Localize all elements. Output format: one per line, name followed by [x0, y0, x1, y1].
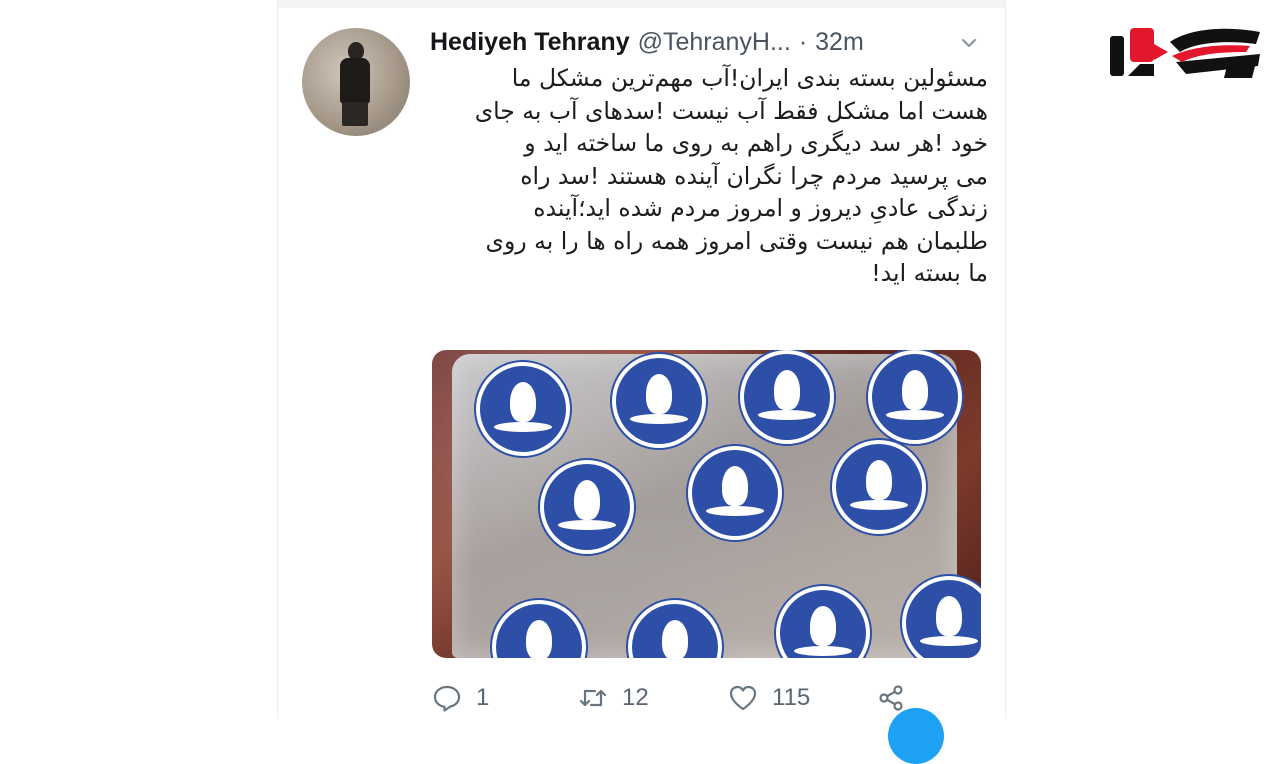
site-logo-icon	[1110, 28, 1260, 78]
author-name[interactable]: Hediyeh Tehrany	[430, 28, 630, 57]
like-button[interactable]: 115	[728, 678, 810, 718]
tweet-time[interactable]: 32m	[815, 28, 864, 57]
ministry-logo-icon	[688, 446, 782, 540]
ministry-logo-icon	[868, 350, 962, 444]
ministry-logo-icon	[540, 460, 634, 554]
avatar[interactable]	[302, 28, 410, 136]
share-icon	[879, 685, 903, 711]
tweet-card[interactable]: Hediyeh Tehrany @TehranyH... · 32m مسئول…	[277, 0, 1006, 764]
tweet-header: Hediyeh Tehrany @TehranyH... · 32m	[430, 22, 990, 62]
ministry-logo-icon	[476, 362, 570, 456]
retweet-icon	[579, 689, 607, 707]
tweet-text: مسئولین بسته بندی ایران!آب مهم‌ترین مشکل…	[474, 64, 988, 287]
retweet-count: 12	[622, 684, 649, 711]
chevron-down-icon[interactable]	[960, 34, 978, 52]
heart-icon	[729, 685, 757, 711]
reply-count: 1	[476, 684, 490, 711]
compose-fab[interactable]	[888, 708, 944, 764]
ministry-logo-icon	[612, 354, 706, 448]
ministry-logo-icon	[832, 440, 926, 534]
separator-dot: ·	[798, 27, 808, 56]
retweet-button[interactable]: 12	[578, 678, 649, 718]
avatar-figure-body	[340, 58, 370, 104]
ministry-logo-icon	[740, 350, 834, 444]
like-count: 115	[772, 684, 811, 711]
avatar-figure-legs	[342, 102, 368, 126]
author-handle[interactable]: @TehranyH...	[638, 28, 791, 57]
tweet-actions: 1 12 115	[432, 678, 952, 718]
card-divider	[278, 0, 1005, 8]
reply-icon	[433, 685, 461, 712]
tweet-media-photo[interactable]	[432, 350, 981, 658]
reply-button[interactable]: 1	[432, 678, 489, 718]
